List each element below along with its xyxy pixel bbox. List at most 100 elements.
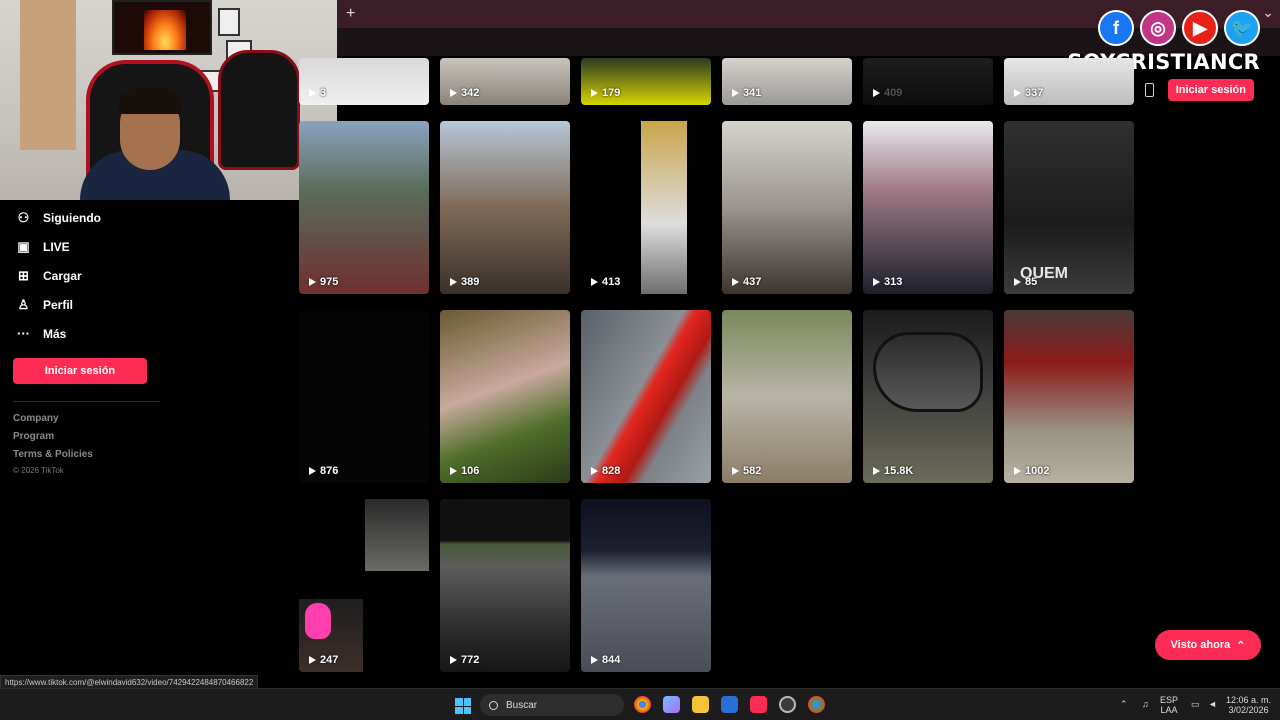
window-control-icon[interactable]: ⌄ <box>1262 4 1274 21</box>
play-icon <box>309 467 316 475</box>
phone-icon[interactable] <box>1144 83 1154 97</box>
video-tile[interactable]: 876 <box>299 310 429 483</box>
webcam-tv <box>112 0 212 55</box>
sidebar-item-cargar[interactable]: ⊞ Cargar <box>16 268 82 283</box>
social-icons-overlay: f ◎ ▶ 🐦 <box>1098 10 1260 46</box>
sidebar-item-siguiendo[interactable]: ⚇ Siguiendo <box>16 210 101 225</box>
play-icon <box>732 467 739 475</box>
play-icon <box>450 278 457 286</box>
visto-ahora-button[interactable]: Visto ahora ⌃ <box>1155 630 1261 660</box>
clock-time: 12:06 a. m. <box>1226 695 1272 705</box>
footer-link-terms[interactable]: Terms & Policies <box>13 449 93 460</box>
play-icon <box>450 89 457 97</box>
view-count: 1002 <box>1014 465 1049 477</box>
view-count: 15.8K <box>873 465 913 477</box>
footer-link-company[interactable]: Company <box>13 413 59 424</box>
new-tab-button[interactable]: + <box>346 5 355 23</box>
chevron-up-icon: ⌃ <box>1236 639 1246 652</box>
webcam-door <box>20 0 76 150</box>
video-tile[interactable]: 3 <box>299 58 429 105</box>
chrome-icon[interactable] <box>634 696 651 713</box>
clock-date: 3/02/2026 <box>1228 705 1269 715</box>
view-count: 772 <box>450 654 479 666</box>
video-tile[interactable]: 106 <box>440 310 570 483</box>
facebook-icon: f <box>1098 10 1134 46</box>
microphone-icon[interactable]: ♫ <box>1142 699 1149 709</box>
view-count: 437 <box>732 276 761 288</box>
video-tile[interactable]: 582 <box>722 310 852 483</box>
taskbar-search[interactable]: Buscar <box>480 694 624 716</box>
network-icon[interactable]: ▭ <box>1191 699 1200 709</box>
play-icon <box>873 89 880 97</box>
search-placeholder: Buscar <box>506 699 538 711</box>
sidebar-item-label: LIVE <box>43 239 70 254</box>
login-button-sidebar[interactable]: Iniciar sesión <box>13 358 147 384</box>
video-tile[interactable]: 409 <box>863 58 993 105</box>
video-tile[interactable]: 772 <box>440 499 570 672</box>
video-tile[interactable]: QUEM 85 <box>1004 121 1134 294</box>
view-count: 313 <box>873 276 902 288</box>
video-tile[interactable]: 413 <box>581 121 711 294</box>
youtube-icon: ▶ <box>1182 10 1218 46</box>
file-explorer-icon[interactable] <box>692 696 709 713</box>
webcam-person-hair <box>118 88 182 114</box>
video-tile[interactable]: 179 <box>581 58 711 105</box>
view-count: 413 <box>591 276 620 288</box>
twitter-icon: 🐦 <box>1224 10 1260 46</box>
play-icon <box>309 89 316 97</box>
person-follow-icon: ⚇ <box>17 209 30 225</box>
video-tile[interactable]: 975 <box>299 121 429 294</box>
language-indicator[interactable]: ESP LAA <box>1160 695 1178 715</box>
video-tile[interactable]: 342 <box>440 58 570 105</box>
volume-icon[interactable]: ◄ <box>1208 699 1217 709</box>
sidebar-item-mas[interactable]: ··· Más <box>16 326 66 341</box>
obs-icon[interactable] <box>779 696 796 713</box>
tiktok-icon[interactable] <box>750 696 767 713</box>
video-tile[interactable]: 437 <box>722 121 852 294</box>
tray-overflow-icon[interactable]: ⌃ <box>1120 699 1128 709</box>
wall-frame <box>218 8 240 36</box>
video-tile[interactable]: 15.8K <box>863 310 993 483</box>
video-tile[interactable]: 828 <box>581 310 711 483</box>
view-count: 341 <box>732 87 761 99</box>
video-tile[interactable]: 1002 <box>1004 310 1134 483</box>
sidebar-item-live[interactable]: ▣ LIVE <box>16 238 70 254</box>
login-button-header[interactable]: Iniciar sesión <box>1167 79 1254 101</box>
store-icon[interactable] <box>721 696 738 713</box>
play-icon <box>732 89 739 97</box>
play-icon <box>450 656 457 664</box>
video-tile[interactable]: 341 <box>722 58 852 105</box>
sidebar-item-label: Siguiendo <box>43 210 101 225</box>
play-icon <box>309 278 316 286</box>
view-count: 582 <box>732 465 761 477</box>
header-actions: Iniciar sesión <box>1116 79 1254 101</box>
video-tile[interactable]: 389 <box>440 121 570 294</box>
office-icon[interactable] <box>663 696 680 713</box>
language-top: ESP <box>1160 695 1179 705</box>
upload-icon: ⊞ <box>18 267 29 283</box>
footer-link-program[interactable]: Program <box>13 431 54 442</box>
profile-icon: ♙ <box>17 296 30 312</box>
sidebar-item-label: Cargar <box>43 268 82 283</box>
video-tile[interactable]: 337 <box>1004 58 1134 105</box>
video-tile[interactable]: 247 <box>299 499 429 672</box>
play-icon <box>309 656 316 664</box>
view-count: 3 <box>309 87 326 99</box>
video-tile[interactable]: 844 <box>581 499 711 672</box>
play-icon <box>591 656 598 664</box>
view-count: 337 <box>1014 87 1043 99</box>
fireplace-image <box>144 10 186 50</box>
language-bottom: LAA <box>1160 705 1178 715</box>
play-icon <box>591 278 598 286</box>
sidebar-item-perfil[interactable]: ♙ Perfil <box>16 297 73 312</box>
instagram-icon: ◎ <box>1140 10 1176 46</box>
view-count: 828 <box>591 465 620 477</box>
video-tile[interactable]: 313 <box>863 121 993 294</box>
view-count: 106 <box>450 465 479 477</box>
windows-start-icon[interactable] <box>455 698 471 714</box>
play-icon <box>732 278 739 286</box>
view-count: 844 <box>591 654 620 666</box>
chrome-active-icon[interactable] <box>808 696 825 713</box>
clock[interactable]: 12:06 a. m. 3/02/2026 <box>1226 695 1271 715</box>
live-icon: ▣ <box>17 238 30 254</box>
